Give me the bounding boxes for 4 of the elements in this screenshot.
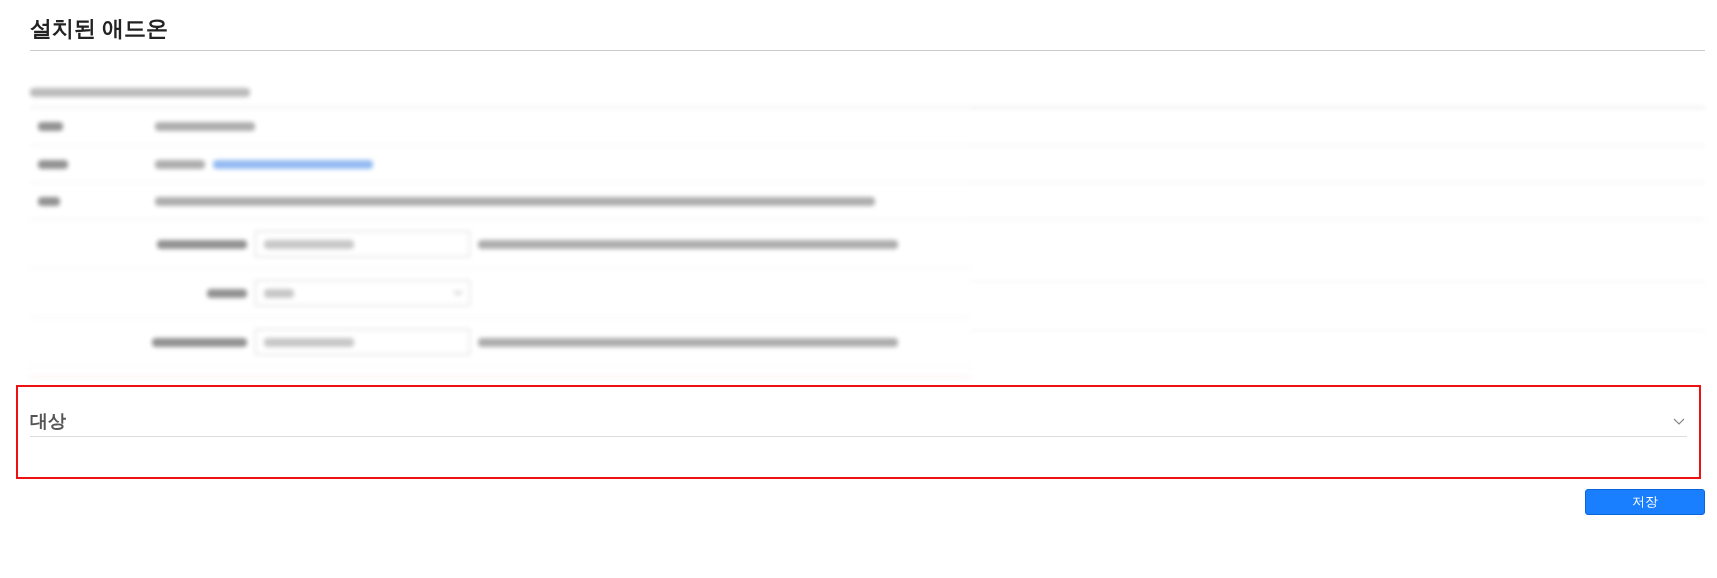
chevron-down-icon[interactable]	[1673, 417, 1685, 426]
save-button[interactable]: 저장	[1585, 489, 1705, 515]
section-title: 대상	[30, 410, 66, 433]
page-title: 설치된 애드온	[30, 15, 169, 43]
